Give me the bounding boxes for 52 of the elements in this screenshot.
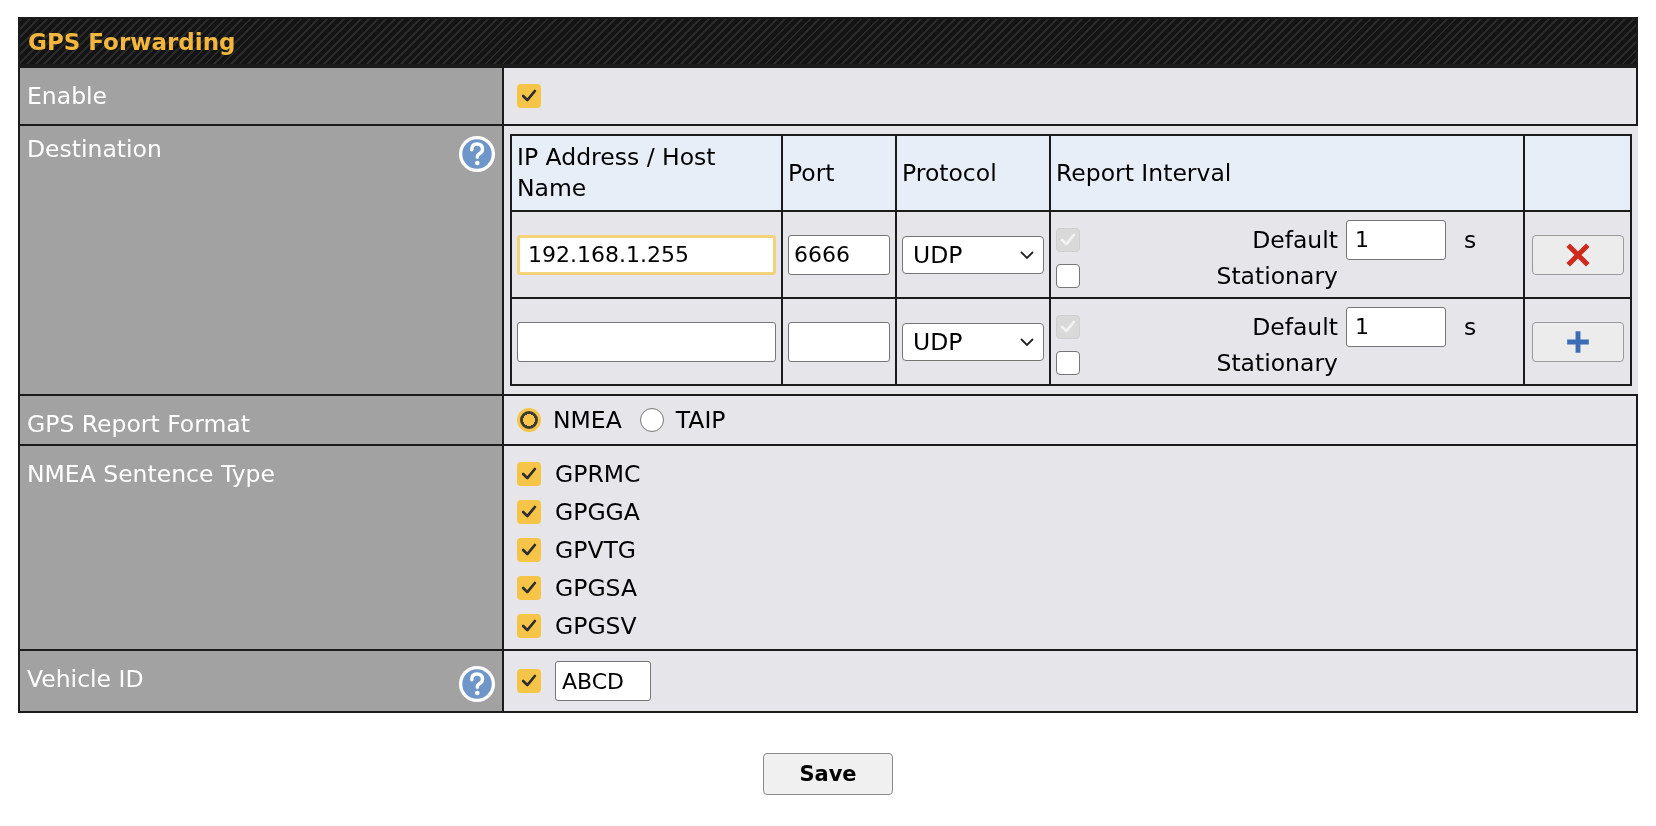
add-button[interactable] bbox=[1531, 321, 1624, 362]
radio-label: TAIP bbox=[675, 406, 726, 434]
column-header: Protocol bbox=[896, 135, 1050, 211]
checkbox[interactable] bbox=[517, 575, 541, 600]
help-icon[interactable] bbox=[458, 135, 496, 173]
chevron-icon bbox=[1019, 335, 1035, 348]
radio-button[interactable] bbox=[517, 408, 541, 432]
close-icon bbox=[1565, 242, 1590, 267]
interval-field[interactable]: 1 bbox=[1346, 219, 1446, 260]
column-header: Port bbox=[782, 135, 896, 211]
field-label: Destination bbox=[27, 135, 162, 163]
stationary-label: Stationary bbox=[1215, 261, 1338, 290]
field-label: Enable bbox=[27, 82, 108, 110]
checkbox[interactable] bbox=[517, 537, 541, 562]
host-field[interactable] bbox=[517, 321, 776, 362]
plus-icon bbox=[1564, 328, 1591, 355]
checkbox[interactable] bbox=[517, 461, 541, 486]
checkbox-label: GPGGA bbox=[555, 497, 640, 526]
field-label: GPS Report Format bbox=[27, 410, 250, 438]
checkbox-label: GPGSV bbox=[555, 611, 637, 640]
checkbox[interactable] bbox=[517, 84, 541, 108]
stationary-label: Stationary bbox=[1215, 348, 1338, 377]
checkbox-label: GPVTG bbox=[555, 535, 637, 564]
port-field[interactable]: 6666 bbox=[788, 234, 890, 275]
radio-label: NMEA bbox=[553, 406, 622, 434]
checkbox[interactable] bbox=[517, 669, 541, 693]
column-header: IP Address / Host Name bbox=[511, 135, 782, 211]
column-header: Report Interval bbox=[1050, 135, 1524, 211]
protocol-dropdown[interactable]: UDP bbox=[902, 322, 1044, 361]
interval-field[interactable]: 1 bbox=[1346, 306, 1446, 347]
checkbox[interactable] bbox=[517, 613, 541, 638]
save-button[interactable]: Save bbox=[763, 753, 893, 795]
checkbox[interactable] bbox=[1056, 263, 1080, 288]
vehicle-id-field[interactable]: ABCD bbox=[555, 661, 651, 701]
radio-button[interactable] bbox=[639, 408, 664, 432]
section-title: GPS Forwarding bbox=[20, 19, 1636, 66]
field-label: NMEA Sentence Type bbox=[27, 460, 275, 488]
unit-label: s bbox=[1463, 225, 1478, 254]
chevron-icon bbox=[1019, 248, 1035, 261]
host-field[interactable]: 192.168.1.255 bbox=[517, 234, 776, 275]
field-label: Vehicle ID bbox=[27, 665, 144, 693]
default-label: Default bbox=[1251, 225, 1338, 254]
default-label: Default bbox=[1251, 312, 1338, 341]
unit-label: s bbox=[1463, 312, 1478, 341]
checkbox-label: GPRMC bbox=[555, 459, 641, 488]
remove-button[interactable] bbox=[1531, 234, 1624, 275]
help-icon[interactable] bbox=[458, 665, 496, 703]
checkbox[interactable] bbox=[1056, 350, 1080, 375]
checkbox-label: GPGSA bbox=[555, 573, 638, 602]
protocol-dropdown[interactable]: UDP bbox=[902, 235, 1044, 274]
checkbox[interactable] bbox=[517, 499, 541, 524]
port-field[interactable] bbox=[788, 321, 890, 362]
